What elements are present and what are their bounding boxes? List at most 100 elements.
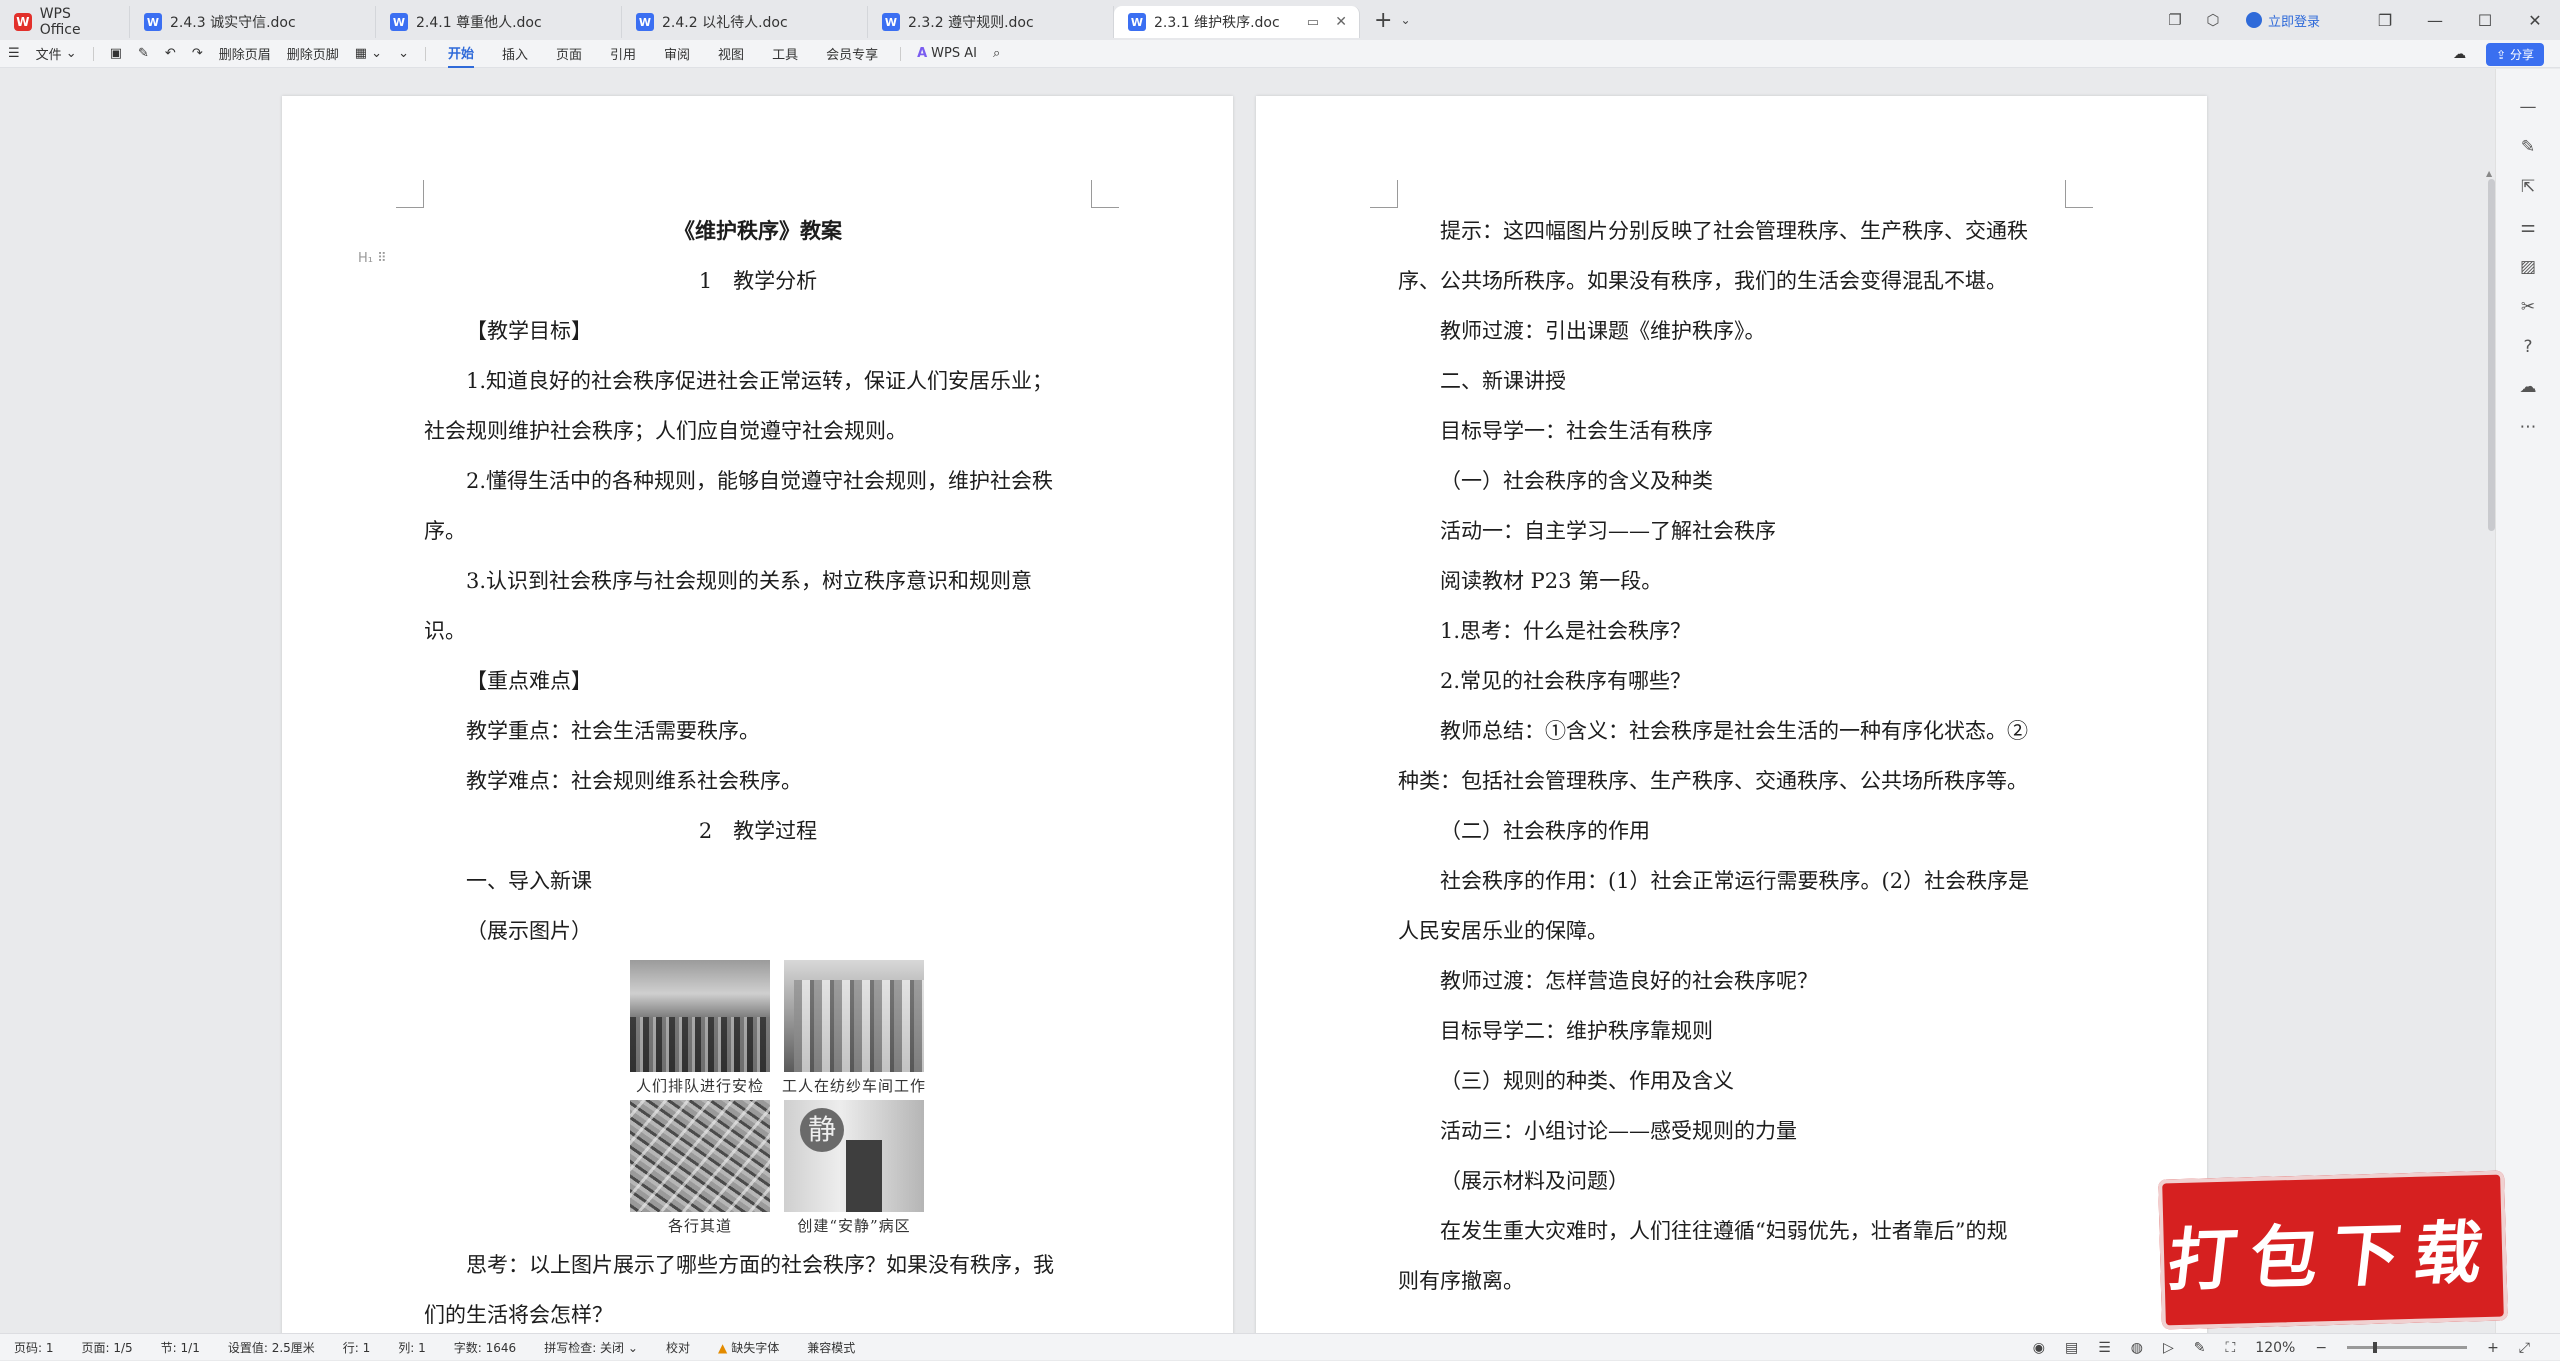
paragraph: 种类：包括社会管理秩序、生产秩序、交通秩序、公共场所秩序等。 [1398,769,2028,793]
select-pointer-icon[interactable]: ⇱ [2515,174,2541,200]
cloud-sync-icon[interactable]: ☁ [2453,47,2466,62]
document-page-2[interactable]: 提示：这四幅图片分别反映了社会管理秩序、生产秩序、交通秩 序、公共场所秩序。如果没… [1256,96,2207,1333]
status-compat-mode[interactable]: 兼容模式 [807,1339,855,1356]
photo-textile-workshop[interactable] [784,960,924,1072]
status-word-count[interactable]: 字数: 1646 [454,1339,516,1356]
tab-home[interactable]: 开始 [447,39,474,68]
paragraph: 3.认识到社会秩序与社会规则的关系，树立秩序意识和规则意 [466,569,1033,593]
tab-document[interactable]: W 2.4.3 诚实守信.doc [130,6,376,38]
more-icon[interactable]: ⋯ [2515,414,2541,440]
fullscreen-icon[interactable]: ⤢ [2519,1340,2530,1356]
maximize-icon[interactable]: ☐ [2460,11,2510,30]
outline-view-icon[interactable]: ☰ [2098,1340,2111,1356]
restore-window-icon[interactable]: ❐ [2360,11,2410,30]
login-label: 立即登录 [2267,14,2320,30]
pen-icon[interactable]: ✎ [2515,134,2541,160]
tab-wps-office[interactable]: W WPS Office [0,6,130,38]
delete-header-button[interactable]: 删除页眉 [219,44,271,63]
page-view-icon[interactable]: ▤ [2065,1340,2078,1356]
spell-check-label: 拼写检查: 关闭 [544,1340,625,1355]
paragraph: 【重点难点】 [466,669,592,693]
window-close-icon[interactable]: ✕ [2510,11,2560,30]
tab-page[interactable]: 页面 [556,40,582,67]
chevron-down-icon[interactable]: ⌄ [1400,13,1410,27]
hamburger-menu-icon[interactable]: ☰ [8,46,20,61]
side-toolbar: — ✎ ⇱ ⚌ ▨ ✂ ? ☁ ⋯ [2495,69,2560,1333]
tab-review[interactable]: 审阅 [664,40,690,67]
tools-icon[interactable]: ✂ [2515,294,2541,320]
download-badge[interactable]: 打包下载 [2158,1170,2508,1330]
help-icon[interactable]: ? [2515,334,2541,360]
photo-quiet-ward[interactable] [784,1100,924,1212]
status-proofread[interactable]: 校对 [666,1339,690,1356]
login-button[interactable]: 立即登录 [2245,11,2320,30]
zoom-in-icon[interactable]: + [2487,1340,2499,1356]
wps-ai-button[interactable]: A WPS AI [917,46,977,61]
divider [424,46,426,61]
document-body[interactable]: 提示：这四幅图片分别反映了社会管理秩序、生产秩序、交通秩 序、公共场所秩序。如果没… [1398,206,2066,1306]
cube-icon[interactable]: ⬡ [2202,9,2224,31]
undo-icon[interactable]: ↶ [165,46,176,61]
status-pages[interactable]: 页面: 1/5 [82,1339,133,1356]
photo-traffic-intersection[interactable] [630,1100,770,1212]
zoom-level[interactable]: 120% [2255,1340,2295,1356]
new-tab-button[interactable]: + [1374,8,1392,33]
format-painter-icon[interactable]: ✎ [138,46,149,61]
tab-document[interactable]: W 2.4.1 尊重他人.doc [376,6,622,38]
style-icon[interactable]: ⚌ [2515,214,2541,240]
document-workspace[interactable]: H₁ ⠿ 《维护秩序》教案 1 教学分析 【教学目标】 1.知道良好的社会秩序促… [0,69,2495,1333]
status-setting[interactable]: 设置值: 2.5厘米 [228,1339,315,1356]
status-missing-font[interactable]: ▲ 缺失字体 [718,1339,779,1356]
status-page-number[interactable]: 页码: 1 [14,1339,54,1356]
status-section[interactable]: 节: 1/1 [161,1339,200,1356]
scroll-up-icon[interactable]: ▲ [2486,169,2492,178]
tab-view[interactable]: 视图 [718,40,744,67]
tab-insert[interactable]: 插入 [502,40,528,67]
search-icon[interactable]: ⌕ [993,46,1000,61]
zoom-slider-knob[interactable] [2373,1342,2378,1353]
page-border-icon[interactable]: ▦ ⌄ [355,46,382,61]
status-row[interactable]: 行: 1 [343,1339,371,1356]
heading-drag-handle[interactable]: H₁ ⠿ [358,251,387,266]
file-menu[interactable]: 文件 ⌄ [36,44,77,63]
save-icon[interactable]: ▣ [110,46,122,61]
status-column[interactable]: 列: 1 [398,1339,426,1356]
play-icon[interactable]: ▷ [2163,1340,2174,1356]
cloud-doc-icon[interactable]: ☁ [2515,374,2541,400]
photo-security-queue[interactable] [630,960,770,1072]
tab-document[interactable]: W 2.4.2 以礼待人.doc [622,6,868,38]
vertical-scrollbar[interactable] [2488,179,2495,531]
minimize-icon[interactable]: — [2410,11,2460,30]
tab-tools[interactable]: 工具 [772,40,798,67]
monitor-icon[interactable]: ▭ [1307,15,1319,30]
image-edit-icon[interactable]: ▨ [2515,254,2541,280]
eye-protection-icon[interactable]: ◉ [2033,1340,2045,1356]
collapse-icon[interactable]: — [2515,94,2541,120]
zoom-out-icon[interactable]: − [2315,1340,2327,1356]
web-view-icon[interactable]: ◍ [2131,1340,2143,1356]
redo-icon[interactable]: ↷ [192,46,203,61]
more-chevron-icon[interactable]: ⌄ [398,46,409,61]
close-icon[interactable]: ✕ [1335,14,1347,30]
share-button[interactable]: ⇪ 分享 [2486,42,2544,66]
document-page-1[interactable]: H₁ ⠿ 《维护秩序》教案 1 教学分析 【教学目标】 1.知道良好的社会秩序促… [282,96,1233,1333]
zoom-slider[interactable] [2347,1342,2468,1353]
status-spell-check[interactable]: 拼写检查: 关闭 ⌄ [544,1339,638,1356]
tab-member[interactable]: 会员专享 [826,40,878,67]
paragraph: 活动一：自主学习——了解社会秩序 [1440,519,1776,543]
document-body[interactable]: 《维护秩序》教案 1 教学分析 【教学目标】 1.知道良好的社会秩序促进社会正常… [424,206,1092,1333]
titlebar-right: ❐ ⬡ 立即登录 ❐ — ☐ ✕ [2156,0,2560,40]
download-badge-label: 打包下载 [2163,1212,2501,1301]
word-doc-icon: W [390,13,408,31]
annotate-icon[interactable]: ✎ [2194,1340,2206,1356]
window-layout-icon[interactable]: ❐ [2164,9,2186,31]
tab-document[interactable]: W 2.3.2 遵守规则.doc [868,6,1114,38]
image-figure[interactable]: 人们排队进行安检 [630,960,770,1100]
fit-page-icon[interactable]: ⛶ [2225,1340,2235,1356]
image-figure[interactable]: 工人在纺纱车间工作 [782,960,925,1100]
image-figure[interactable]: 各行其道 [630,1100,770,1240]
tab-references[interactable]: 引用 [610,40,636,67]
image-figure[interactable]: 创建“安静”病区 [784,1100,924,1240]
delete-footer-button[interactable]: 删除页脚 [287,44,339,63]
tab-document-active[interactable]: W 2.3.1 维护秩序.doc ▭ ✕ [1114,6,1360,38]
